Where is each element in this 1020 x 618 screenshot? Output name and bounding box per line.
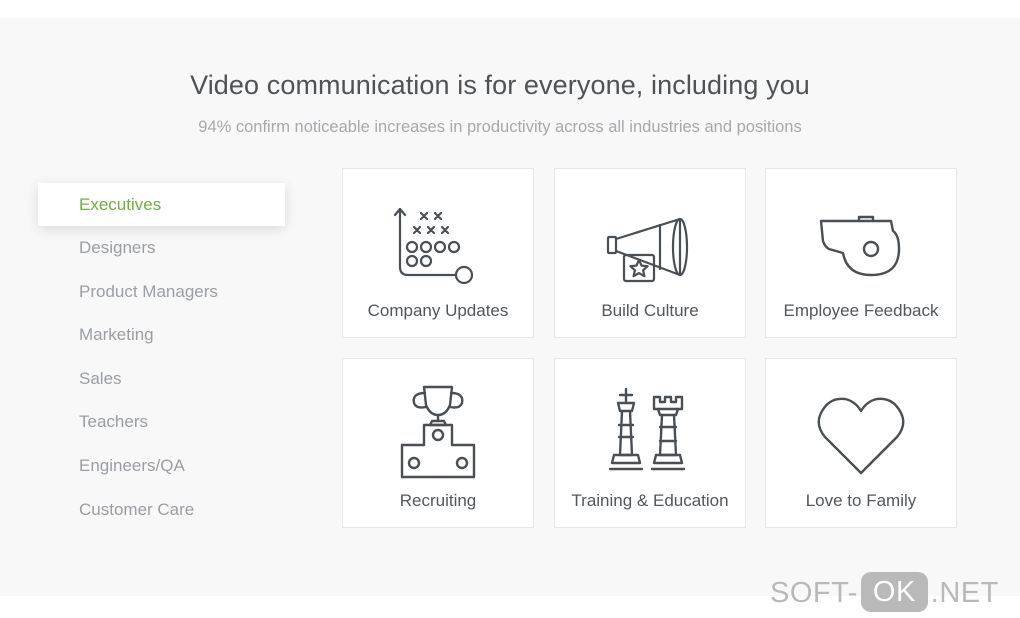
watermark: SOFT- OK .NET (770, 572, 999, 614)
sidebar-item-teachers[interactable]: Teachers (38, 400, 285, 444)
sidebar-item-sales[interactable]: Sales (38, 357, 285, 401)
watermark-suffix: .NET (930, 577, 999, 609)
tile-build-culture[interactable]: Build Culture (554, 168, 746, 338)
role-sidebar: Executives Designers Product Managers Ma… (38, 183, 285, 531)
tile-label: Build Culture (601, 301, 699, 320)
tile-love-to-family[interactable]: Love to Family (765, 358, 957, 528)
sidebar-item-executives[interactable]: Executives (38, 183, 285, 226)
tile-recruiting[interactable]: Recruiting (342, 358, 534, 528)
megaphone-icon (606, 217, 689, 283)
heart-icon (817, 397, 905, 475)
sidebar-item-marketing[interactable]: Marketing (38, 313, 285, 357)
watermark-prefix: SOFT- (770, 577, 858, 609)
tile-label: Company Updates (367, 301, 509, 320)
whistle-icon (819, 215, 901, 277)
tile-company-updates[interactable]: Company Updates (342, 168, 534, 338)
watermark-ok-box: OK (860, 572, 928, 612)
sidebar-item-customer-care[interactable]: Customer Care (38, 488, 285, 532)
tile-training-education[interactable]: Training & Education (554, 358, 746, 528)
sidebar-item-engineers-qa[interactable]: Engineers/QA (38, 444, 285, 488)
trophy-podium-icon (400, 385, 476, 479)
tile-employee-feedback[interactable]: Employee Feedback (765, 168, 957, 338)
strategy-play-icon (393, 207, 474, 285)
chess-pieces-icon (608, 387, 686, 471)
sidebar-item-designers[interactable]: Designers (38, 226, 285, 270)
page-subtitle: 94% confirm noticeable increases in prod… (198, 118, 802, 136)
tile-label: Love to Family (805, 491, 917, 510)
page-title: Video communication is for everyone, inc… (190, 70, 810, 100)
tile-label: Training & Education (571, 491, 729, 510)
tile-label: Employee Feedback (783, 301, 939, 320)
tile-label: Recruiting (399, 491, 477, 510)
sidebar-item-product-managers[interactable]: Product Managers (38, 270, 285, 314)
